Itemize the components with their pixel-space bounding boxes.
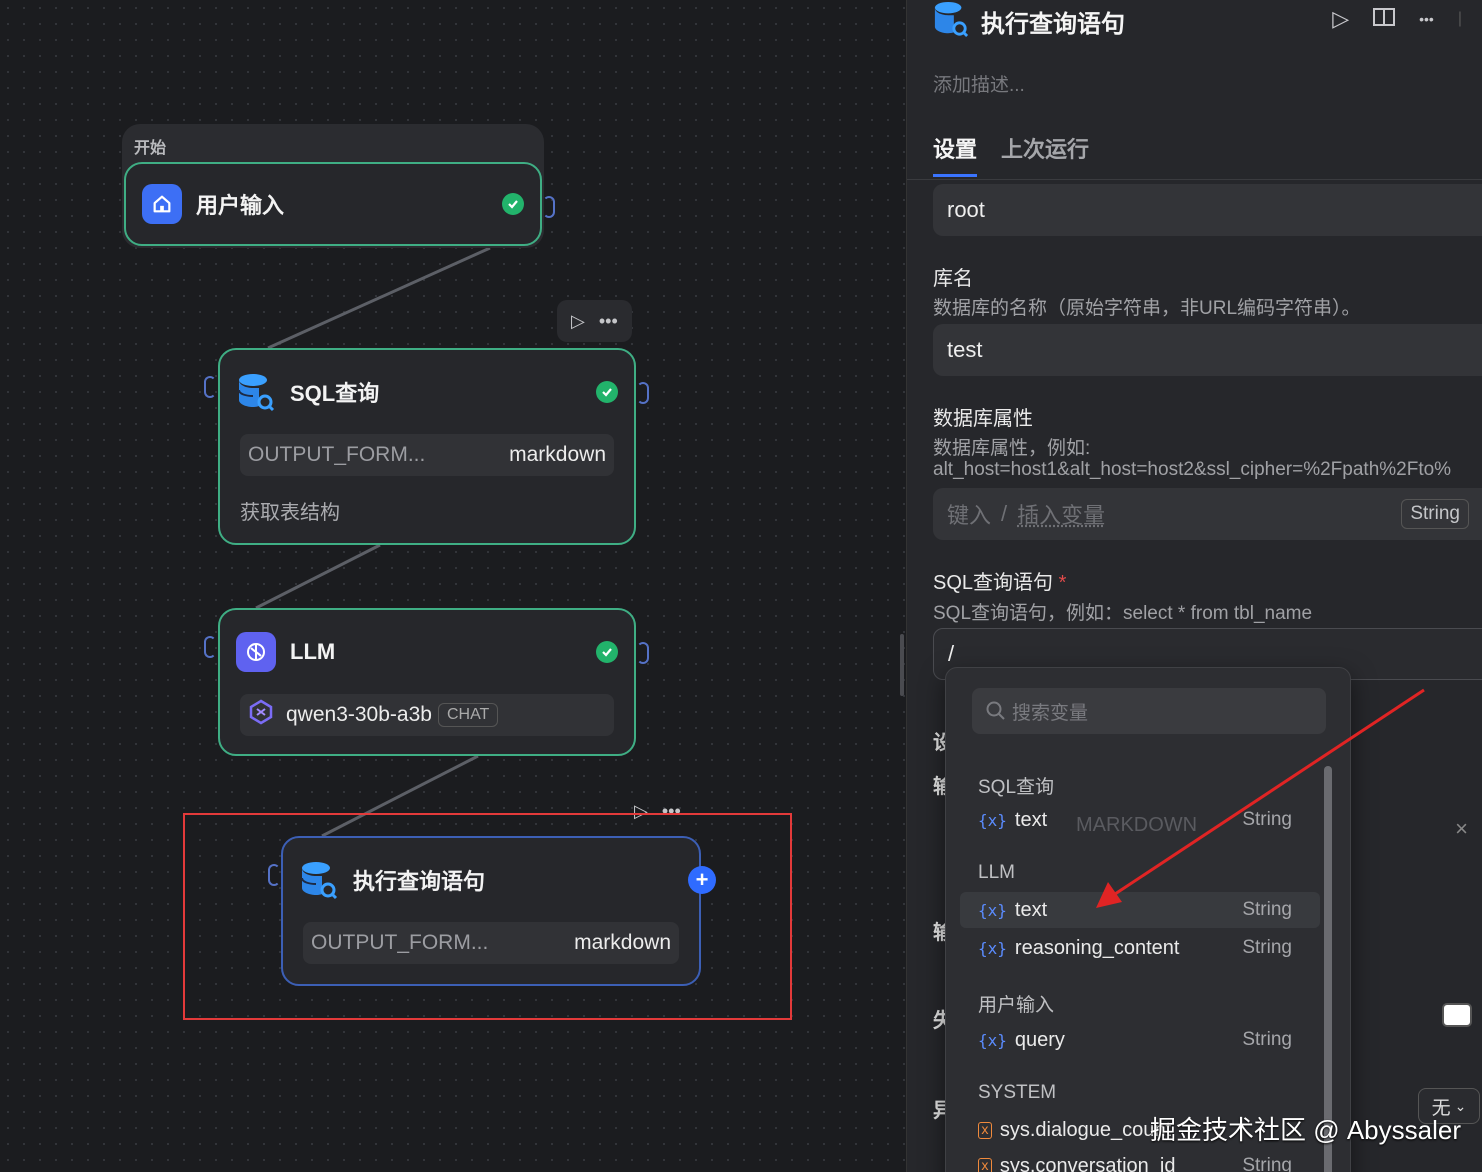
username-field[interactable]: root — [933, 184, 1482, 236]
variable-type: String — [1242, 937, 1292, 959]
success-check-icon — [502, 193, 524, 215]
divider: | — [1458, 10, 1462, 28]
llm-icon — [236, 632, 276, 672]
tabs-divider — [907, 179, 1482, 180]
type-tag: String — [1401, 499, 1469, 529]
tab-settings[interactable]: 设置 — [933, 132, 977, 177]
group-label: SYSTEM — [978, 1082, 1056, 1104]
variable-item[interactable]: {x} text String — [960, 892, 1320, 928]
param-row: OUTPUT_FORM... markdown — [240, 434, 614, 476]
qwen-model-icon — [248, 699, 274, 731]
username-value: root — [947, 197, 985, 223]
db-name-value: test — [947, 337, 982, 363]
variable-type: String — [1242, 809, 1292, 831]
input-port[interactable] — [204, 636, 216, 658]
variable-icon: {x} — [978, 811, 1007, 830]
output-port[interactable] — [543, 196, 555, 218]
watermark: 掘金技术社区 @ Abyssaler — [1150, 1110, 1461, 1147]
placeholder-sep: / — [1001, 501, 1007, 527]
model-name: qwen3-30b-a3b — [286, 703, 432, 727]
node-description: 获取表结构 — [220, 476, 634, 525]
sql-value: / — [948, 641, 954, 667]
model-tag: CHAT — [438, 703, 498, 727]
node-llm[interactable]: LLM qwen3-30b-a3b CHAT — [218, 608, 636, 756]
run-icon[interactable]: ▷ — [1332, 6, 1349, 32]
output-port[interactable] — [637, 382, 649, 404]
description-input[interactable]: 添加描述... — [933, 70, 1025, 97]
run-icon[interactable]: ▷ — [571, 311, 585, 332]
variable-picker-dropdown: 搜索变量 SQL查询 {x} text String LLM {x} text … — [945, 667, 1351, 1172]
db-props-hint: 数据库属性，例如: — [933, 433, 1090, 460]
sql-label-text: SQL查询语句 — [933, 572, 1053, 594]
variable-name: sys.conversation_id — [1000, 1155, 1176, 1172]
variable-icon: {x} — [978, 939, 1007, 958]
insert-variable-link[interactable]: 插入变量 — [1017, 498, 1105, 530]
success-check-icon — [596, 381, 618, 403]
variable-type: String — [1242, 1155, 1292, 1172]
panel-title: 执行查询语句 — [981, 4, 1125, 39]
variable-item[interactable]: x sys.conversation_id String — [960, 1148, 1320, 1172]
panel-header: 执行查询语句 — [933, 0, 1125, 42]
tab-last-run[interactable]: 上次运行 — [1001, 132, 1089, 177]
panel-actions: ▷ ••• | — [1332, 6, 1462, 32]
variable-type: String — [1242, 1029, 1292, 1051]
search-placeholder: 搜索变量 — [1012, 698, 1088, 725]
toggle-switch[interactable] — [1442, 1003, 1472, 1027]
panel-resize-handle[interactable] — [900, 634, 904, 696]
edge-sql-to-llm — [256, 545, 380, 608]
node-title: SQL查询 — [290, 376, 596, 408]
db-props-example: alt_host=host1&alt_host=host2&ssl_cipher… — [933, 459, 1451, 481]
book-icon[interactable] — [1373, 7, 1395, 32]
node-sql-query[interactable]: SQL查询 OUTPUT_FORM... markdown 获取表结构 — [218, 348, 636, 545]
variable-name: text — [1015, 809, 1047, 832]
db-name-label: 库名 — [933, 262, 973, 291]
group-label: 用户输入 — [978, 990, 1054, 1017]
node-toolbar: ▷ ••• — [557, 300, 632, 342]
variable-item[interactable]: {x} query String — [960, 1022, 1320, 1058]
behind-markdown-text: MARKDOWN — [1076, 814, 1197, 837]
sql-label: SQL查询语句 * — [933, 566, 1066, 595]
search-icon — [986, 701, 1006, 721]
variable-type: String — [1242, 899, 1292, 921]
variable-item[interactable]: {x} reasoning_content String — [960, 930, 1320, 966]
param-key: OUTPUT_FORM... — [248, 443, 425, 467]
model-row[interactable]: qwen3-30b-a3b CHAT — [240, 694, 614, 736]
database-search-icon — [933, 0, 969, 43]
group-label: LLM — [978, 862, 1015, 884]
home-icon — [142, 184, 182, 224]
panel-tabs: 设置 上次运行 — [933, 132, 1089, 177]
node-title: LLM — [290, 639, 596, 665]
variable-search-input[interactable]: 搜索变量 — [972, 688, 1326, 734]
group-label: SQL查询 — [978, 772, 1054, 799]
more-icon[interactable]: ••• — [1419, 11, 1434, 27]
node-user-input[interactable]: 用户输入 — [124, 162, 542, 246]
close-icon[interactable]: × — [1455, 816, 1468, 842]
db-name-field[interactable]: test — [933, 324, 1482, 376]
db-props-label: 数据库属性 — [933, 402, 1033, 431]
more-icon[interactable]: ••• — [599, 311, 618, 332]
success-check-icon — [596, 641, 618, 663]
placeholder-type: 键入 — [947, 498, 991, 530]
edge-user-to-sql — [268, 248, 490, 348]
variable-name: sys.dialogue_count — [1000, 1119, 1171, 1142]
system-variable-icon: x — [978, 1158, 992, 1172]
output-port[interactable] — [637, 642, 649, 664]
variable-name: text — [1015, 899, 1047, 922]
db-props-field[interactable]: 键入 / 插入变量 String — [933, 488, 1482, 540]
param-value: markdown — [509, 443, 606, 467]
required-mark: * — [1059, 572, 1067, 594]
input-port[interactable] — [204, 376, 216, 398]
variable-name: query — [1015, 1029, 1065, 1052]
node-title: 用户输入 — [196, 188, 502, 220]
workflow-canvas[interactable]: 开始 用户输入 ▷ ••• SQL查询 OUTPUT_FORM... markd… — [0, 0, 906, 1172]
sql-hint: SQL查询语句，例如：select * from tbl_name — [933, 598, 1312, 625]
variable-icon: {x} — [978, 1031, 1007, 1050]
variable-name: reasoning_content — [1015, 937, 1180, 960]
variable-icon: {x} — [978, 901, 1007, 920]
highlight-frame — [183, 813, 792, 1020]
database-search-icon — [236, 372, 276, 412]
db-name-hint: 数据库的名称（原始字符串，非URL编码字符串）。 — [933, 293, 1361, 320]
system-variable-icon: x — [978, 1122, 992, 1139]
